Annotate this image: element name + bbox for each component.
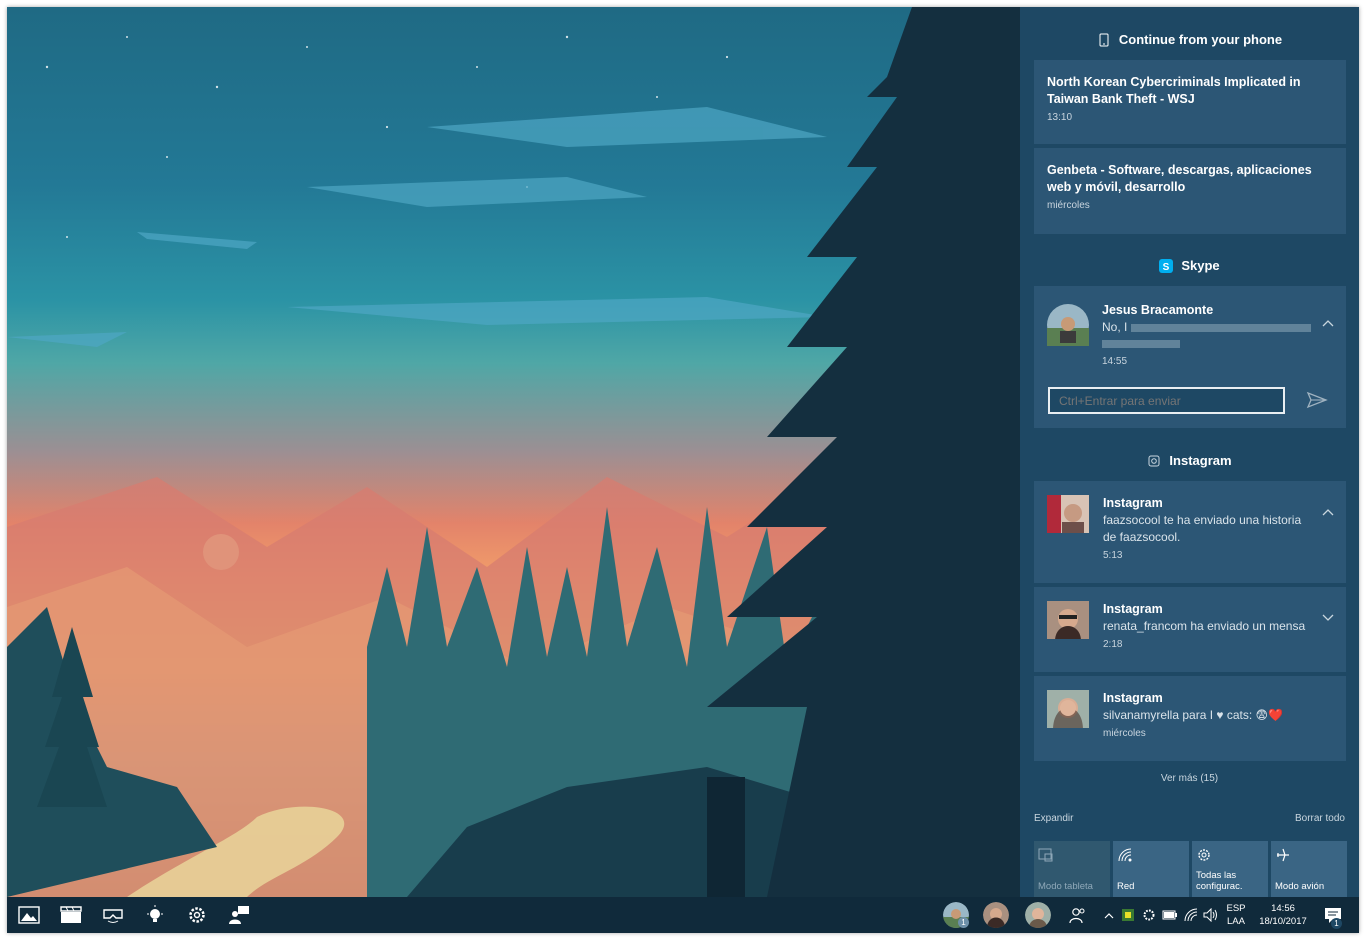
skype-sender: Jesus Bracamonte — [1102, 303, 1214, 317]
people-contact-avatar[interactable] — [1025, 902, 1051, 928]
notification-body: faazsocool te ha enviado una historia de… — [1103, 513, 1302, 544]
notification-time: miércoles — [1047, 200, 1090, 211]
clock-time: 14:56 — [1271, 903, 1295, 914]
clock-date: 18/10/2017 — [1259, 916, 1307, 927]
quick-action-label: Red — [1117, 881, 1135, 892]
notification-body: renata_francom ha enviado un mensa — [1103, 619, 1306, 633]
notification-title: North Korean Cybercriminals Implicated i… — [1047, 75, 1301, 106]
instagram-notification-card[interactable]: Instagram faazsocool te ha enviado una h… — [1034, 481, 1346, 583]
redacted-text — [1102, 340, 1180, 348]
people-app-icon[interactable] — [227, 903, 251, 927]
expand-button[interactable]: Expandir — [1034, 813, 1073, 824]
airplane-icon — [1275, 847, 1291, 863]
tablet-mode-icon — [1038, 847, 1054, 863]
language-code: ESP — [1226, 903, 1246, 914]
skype-reply-input[interactable] — [1048, 387, 1285, 414]
group-header-phone: Continue from your phone — [1020, 32, 1359, 47]
quick-action-label: Modo tableta — [1038, 881, 1093, 892]
send-icon[interactable] — [1306, 390, 1328, 410]
system-clock[interactable]: 14:56 18/10/2017 — [1255, 902, 1311, 928]
notification-title: Genbeta - Software, descargas, aplicacio… — [1047, 163, 1312, 194]
settings-icon[interactable] — [185, 903, 209, 927]
avatar — [1047, 495, 1089, 533]
settings-gear-icon — [1196, 847, 1212, 863]
svg-text:S: S — [1163, 262, 1170, 273]
see-more-link[interactable]: Ver más (15) — [1020, 773, 1359, 784]
avatar — [1047, 304, 1089, 351]
movies-icon[interactable] — [59, 903, 83, 927]
skype-message: No, I — [1102, 320, 1128, 334]
quick-action-label: Modo avión — [1275, 881, 1325, 892]
notification-title: Instagram — [1103, 496, 1163, 510]
taskbar: 1 ESP LAA 14:56 18/10/2017 1 — [7, 897, 1359, 933]
group-header-skype-label: Skype — [1181, 258, 1220, 273]
instagram-notification-card[interactable]: Instagram renata_francom ha enviado un m… — [1034, 587, 1346, 672]
quick-action-label: Todas las configurac. — [1196, 870, 1243, 892]
redacted-text — [1131, 323, 1312, 332]
quick-action-network[interactable]: Red — [1113, 841, 1189, 897]
chevron-down-icon[interactable] — [1322, 609, 1334, 621]
notification-body: silvanamyrella para I ♥ cats: 😨❤️ — [1103, 708, 1283, 722]
phone-icon — [1097, 33, 1111, 47]
people-icon[interactable] — [1066, 903, 1090, 927]
instagram-notification-card[interactable]: Instagram silvanamyrella para I ♥ cats: … — [1034, 676, 1346, 761]
mixed-reality-icon[interactable] — [101, 903, 125, 927]
people-badge: 1 — [958, 917, 969, 928]
quick-action-airplane-mode[interactable]: Modo avión — [1271, 841, 1347, 897]
battery-icon[interactable] — [1162, 903, 1178, 927]
quick-action-all-settings[interactable]: Todas las configurac. — [1192, 841, 1268, 897]
chevron-up-icon[interactable] — [1322, 314, 1334, 327]
notification-count-badge: 1 — [1331, 918, 1342, 929]
language-layout: LAA — [1227, 916, 1245, 927]
avatar — [1047, 601, 1089, 639]
notification-time: 13:10 — [1047, 112, 1073, 123]
notification-time: 2:18 — [1103, 639, 1123, 650]
network-icon — [1117, 847, 1133, 863]
instagram-icon — [1147, 454, 1161, 468]
chevron-up-icon[interactable] — [1102, 903, 1116, 927]
skype-icon: S — [1159, 258, 1174, 273]
notification-title: Instagram — [1103, 602, 1163, 616]
notification-time: 5:13 — [1103, 550, 1123, 561]
people-contact-avatar[interactable] — [983, 902, 1009, 928]
avatar — [1047, 690, 1089, 728]
group-header-instagram: Instagram — [1020, 453, 1359, 468]
volume-icon[interactable] — [1203, 903, 1219, 927]
notification-time: 14:55 — [1102, 356, 1128, 367]
skype-notification-card[interactable]: Jesus Bracamonte No, I 14:55 — [1034, 286, 1346, 428]
tray-gear-icon[interactable] — [1141, 903, 1157, 927]
group-header-instagram-label: Instagram — [1169, 453, 1232, 468]
wifi-icon[interactable] — [1183, 903, 1199, 927]
group-header-skype: S Skype — [1020, 258, 1359, 273]
action-center: Continue from your phone North Korean Cy… — [1020, 7, 1359, 897]
photos-icon[interactable] — [17, 903, 41, 927]
tray-app-icon[interactable] — [1120, 903, 1136, 927]
notification-time: miércoles — [1103, 728, 1146, 739]
phone-notification-card[interactable]: North Korean Cybercriminals Implicated i… — [1034, 60, 1346, 144]
group-header-phone-label: Continue from your phone — [1118, 32, 1283, 47]
input-language-indicator[interactable]: ESP LAA — [1223, 902, 1249, 928]
desktop-wallpaper — [7, 7, 1020, 897]
tips-icon[interactable] — [143, 903, 167, 927]
quick-action-tablet-mode[interactable]: Modo tableta — [1034, 841, 1110, 897]
desktop: Continue from your phone North Korean Cy… — [7, 7, 1359, 933]
clear-all-button[interactable]: Borrar todo — [1295, 813, 1345, 824]
phone-notification-card[interactable]: Genbeta - Software, descargas, aplicacio… — [1034, 148, 1346, 234]
notification-title: Instagram — [1103, 691, 1163, 705]
chevron-up-icon[interactable] — [1322, 503, 1334, 516]
